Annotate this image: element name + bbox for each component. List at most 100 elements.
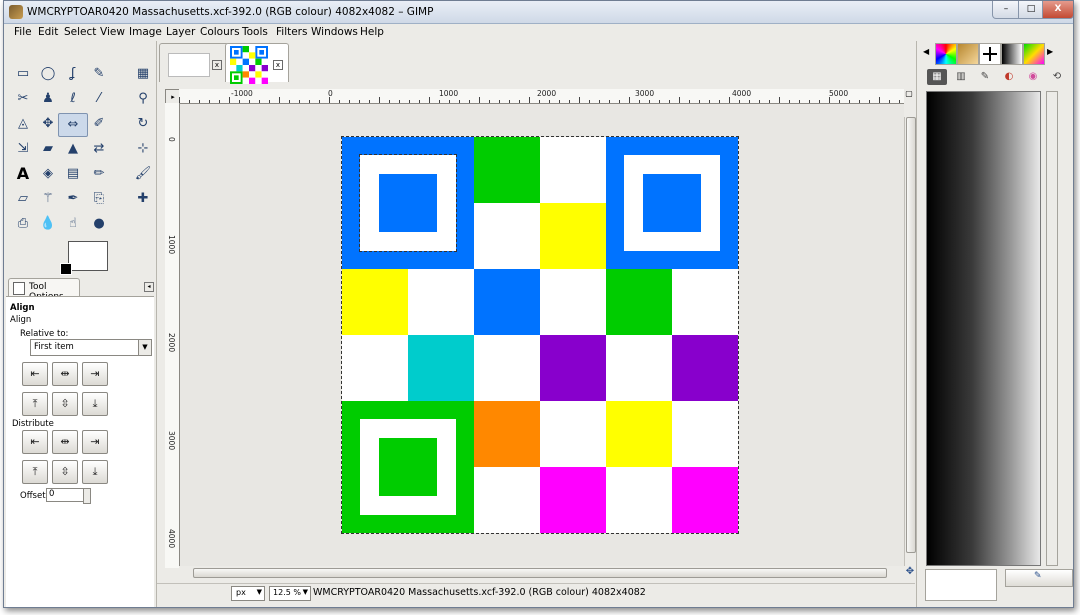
perspective-icon[interactable]: ▲ xyxy=(62,138,84,160)
edit-gradient-button[interactable]: ✎ xyxy=(1005,569,1073,587)
menu-select[interactable]: Select xyxy=(64,26,96,38)
unit-select[interactable]: px ▼ xyxy=(231,586,265,601)
canvas-area[interactable] xyxy=(180,104,904,566)
foreground-select-icon[interactable]: ♟ xyxy=(37,88,59,110)
blend-icon[interactable]: ▤ xyxy=(62,163,84,185)
scissors-select-icon[interactable]: ✂ xyxy=(12,88,34,110)
panel-menu-icon[interactable]: ◂ xyxy=(144,282,154,292)
align-left-edge-button[interactable]: ⇤ xyxy=(22,362,48,386)
fg-bg-colors[interactable] xyxy=(60,241,110,275)
text-icon[interactable]: A xyxy=(12,163,34,185)
flip-icon[interactable]: ⇄ xyxy=(88,138,110,160)
heal-icon[interactable]: ✚ xyxy=(132,188,154,210)
rotate-icon[interactable]: ↻ xyxy=(132,113,154,135)
layers-icon[interactable]: ▦ xyxy=(927,69,947,85)
distribute-right-button[interactable]: ⇥ xyxy=(82,430,108,454)
tab-tool-options[interactable]: Tool Options xyxy=(8,278,80,302)
image-cell-purple xyxy=(672,335,738,401)
airbrush-icon[interactable]: ⚚ xyxy=(37,188,59,210)
menu-image[interactable]: Image xyxy=(129,26,162,38)
distribute-left-button[interactable]: ⇤ xyxy=(22,430,48,454)
align-top-edge-button[interactable]: ⤒ xyxy=(22,392,48,416)
distribute-center-horizontal-button[interactable]: ⇹ xyxy=(52,430,78,454)
horizontal-scroll-thumb[interactable] xyxy=(193,568,887,578)
close-icon[interactable]: x xyxy=(273,60,283,70)
menu-layer[interactable]: Layer xyxy=(166,26,195,38)
menu-filters[interactable]: Filters xyxy=(276,26,307,38)
tab-brushes[interactable] xyxy=(979,43,1001,65)
undo-history-icon[interactable]: ⟲ xyxy=(1047,69,1067,85)
offset-spinner[interactable] xyxy=(83,488,91,504)
cage-transform-icon[interactable]: ⊹ xyxy=(132,138,154,160)
align-icon[interactable]: ⇔ xyxy=(58,113,88,137)
align-right-edge-button[interactable]: ⇥ xyxy=(82,362,108,386)
rect-select-icon[interactable]: ▭ xyxy=(12,63,34,85)
ink-icon[interactable]: ✒ xyxy=(62,188,84,210)
shear-icon[interactable]: ▰ xyxy=(37,138,59,160)
image-tab-active[interactable]: x xyxy=(225,43,289,84)
distribute-top-button[interactable]: ⤒ xyxy=(22,460,48,484)
tab-gradients[interactable] xyxy=(1001,43,1023,65)
foreground-color-swatch[interactable] xyxy=(60,263,72,275)
menu-windows[interactable]: Windows xyxy=(311,26,358,38)
distribute-center-vertical-button[interactable]: ⇳ xyxy=(52,460,78,484)
close-icon[interactable]: x xyxy=(212,60,222,70)
background-color-swatch[interactable] xyxy=(68,241,108,271)
menu-view[interactable]: View xyxy=(100,26,125,38)
distribute-bottom-button[interactable]: ⤓ xyxy=(82,460,108,484)
dodge-burn-icon[interactable]: ● xyxy=(88,213,110,235)
channels-icon[interactable]: ▥ xyxy=(951,69,971,85)
align-bottom-edge-button[interactable]: ⤓ xyxy=(82,392,108,416)
dock-scroll-right-icon[interactable]: ▶ xyxy=(1047,47,1053,56)
relative-to-select[interactable]: First item ▼ xyxy=(30,339,152,356)
zoom-select[interactable]: 12.5 % ▼ xyxy=(269,586,311,601)
vertical-scroll-thumb[interactable] xyxy=(906,117,916,553)
tab-colors[interactable] xyxy=(1023,43,1045,65)
color-picker-icon[interactable]: ⁄ xyxy=(88,88,110,110)
fuzzy-select-icon[interactable]: ✎ xyxy=(88,63,110,85)
tab-patterns[interactable] xyxy=(957,43,979,65)
blur-icon[interactable]: 💧 xyxy=(37,213,59,235)
menu-edit[interactable]: Edit xyxy=(38,26,58,38)
eraser-icon[interactable]: ▱ xyxy=(12,188,34,210)
tab-palettes[interactable] xyxy=(935,43,957,65)
offset-field[interactable]: 0 xyxy=(46,488,84,502)
colormap-icon[interactable]: ◐ xyxy=(999,69,1019,85)
menu-file[interactable]: File xyxy=(14,26,32,38)
paths-icon[interactable]: ℓ xyxy=(62,88,84,110)
zoom-icon[interactable]: ⚲ xyxy=(132,88,154,110)
maximize-button[interactable]: □ xyxy=(1018,1,1044,19)
horizontal-scrollbar[interactable] xyxy=(179,566,904,578)
align-center-vertical-button[interactable]: ⇳ xyxy=(52,392,78,416)
ruler-tick xyxy=(339,100,340,103)
vertical-scrollbar[interactable] xyxy=(904,117,916,566)
ellipse-select-icon[interactable]: ◯ xyxy=(37,63,59,85)
menu-colours[interactable]: Colours xyxy=(200,26,240,38)
scale-icon[interactable]: ⇲ xyxy=(12,138,34,160)
navigate-image-icon[interactable]: ✥ xyxy=(904,566,916,578)
navigate-icon[interactable]: ▢ xyxy=(904,89,914,103)
align-center-horizontal-button[interactable]: ⇹ xyxy=(52,362,78,386)
menu-help[interactable]: Help xyxy=(360,26,384,38)
dock-scroll-left-icon[interactable]: ◀ xyxy=(923,47,929,56)
close-button[interactable]: X xyxy=(1042,1,1073,19)
bucket-fill-icon[interactable]: ◈ xyxy=(37,163,59,185)
crop-icon[interactable]: ✐ xyxy=(88,113,110,135)
smudge-icon[interactable]: ☝ xyxy=(62,213,84,235)
histogram-icon[interactable]: ◉ xyxy=(1023,69,1043,85)
free-select-icon[interactable]: ʆ xyxy=(62,63,84,85)
select-by-color-icon[interactable]: ▦ xyxy=(132,63,154,85)
perspective-clone-icon[interactable]: ⎙ xyxy=(12,213,34,235)
gradient-preview[interactable] xyxy=(926,91,1041,566)
image-canvas[interactable] xyxy=(341,136,739,534)
move-icon[interactable]: ✥ xyxy=(37,113,59,135)
paths-tab-icon[interactable]: ✎ xyxy=(975,69,995,85)
measure-icon[interactable]: ◬ xyxy=(12,113,34,135)
minimize-button[interactable]: – xyxy=(992,1,1020,19)
pencil-icon[interactable]: ✏ xyxy=(88,163,110,185)
menu-tools[interactable]: Tools xyxy=(242,26,268,38)
clone-icon[interactable]: ⎘ xyxy=(88,188,110,210)
dock-vertical-scrollbar[interactable] xyxy=(1046,91,1058,566)
image-tab-blank[interactable]: x xyxy=(159,43,229,82)
paintbrush-icon[interactable]: 🖌 xyxy=(132,163,154,185)
